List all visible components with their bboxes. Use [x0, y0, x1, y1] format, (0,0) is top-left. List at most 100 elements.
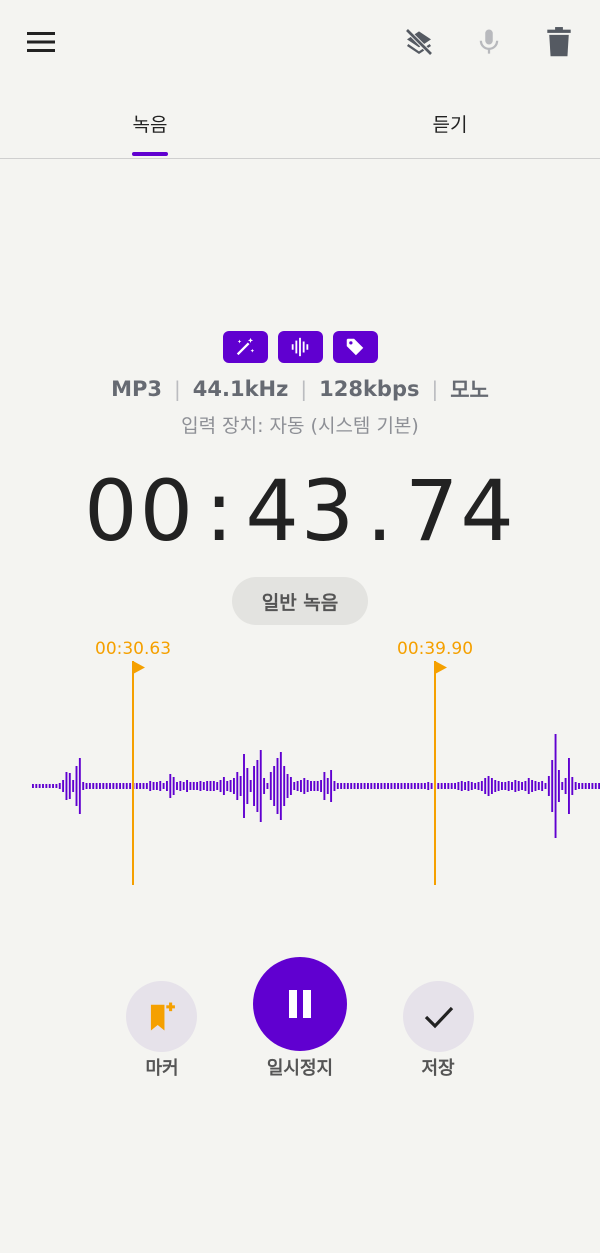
waveform-bar [179, 781, 182, 791]
timer-seconds: 43 [245, 462, 357, 560]
waveform-bar [537, 782, 540, 790]
pause-button[interactable] [253, 957, 347, 1051]
marker-label: 마커 [145, 1058, 179, 1079]
add-marker-button[interactable] [126, 981, 197, 1052]
waveform-bar [135, 783, 138, 789]
pause-label: 일시정지 [266, 1058, 334, 1079]
marker-line [132, 661, 134, 885]
microphone-icon [479, 29, 499, 54]
waveform-bar [336, 783, 339, 789]
waveform-bar [444, 783, 446, 789]
waveform-bar [38, 784, 41, 788]
waveform-bar [507, 781, 510, 791]
waveform-bar [581, 783, 584, 789]
auto-enhance-badge[interactable] [222, 331, 268, 363]
waveform-bar [356, 783, 359, 789]
waveform-bar [527, 778, 530, 794]
waveform-bar [367, 783, 369, 789]
waveform-bar [343, 783, 346, 789]
waveform-bar [594, 783, 597, 789]
waveform-bar [169, 774, 172, 798]
layers-off-icon [405, 28, 433, 56]
timer-hundredths: 74 [404, 462, 516, 560]
waveform-bar [209, 781, 212, 791]
waveform-bar [467, 781, 470, 791]
waveform-bar [494, 780, 497, 792]
waveform-bar [289, 777, 292, 795]
separator: | [300, 377, 308, 401]
waveform-bar [222, 777, 225, 795]
waveform-bar [78, 758, 81, 814]
waveform-bar [383, 783, 386, 789]
waveform-bar [501, 782, 503, 790]
waveform-bar [166, 781, 168, 791]
save-label: 저장 [421, 1058, 455, 1079]
waveform-bar [393, 783, 396, 789]
waveform-bar [480, 781, 483, 791]
waveform-bar [95, 783, 98, 789]
microphone-button[interactable] [468, 22, 510, 62]
waveform-bar [243, 754, 245, 818]
waveform-bar [112, 783, 115, 789]
waveform-bar [182, 782, 185, 790]
bitrate-text: 128kbps [319, 377, 420, 401]
tab-indicator [132, 152, 168, 156]
tab-listen[interactable]: 듣기 [300, 96, 600, 156]
waveform-bar [326, 778, 329, 794]
waveform-bar [574, 782, 577, 790]
waveform-bar [310, 781, 312, 791]
delete-button[interactable] [538, 22, 580, 62]
waveform-bar [551, 760, 554, 812]
waveform-bar [541, 781, 544, 791]
waveform-bar [403, 783, 406, 789]
waveform-bar [263, 778, 266, 794]
timer-minutes: 00 [84, 462, 196, 560]
waveform-bar [524, 781, 527, 791]
waveform-bar [497, 781, 500, 791]
waveform-bar [55, 784, 58, 788]
waveform-bar [454, 783, 456, 789]
waveform-bar [296, 781, 299, 791]
waveform-bar [320, 780, 322, 792]
waveform-bar [544, 783, 547, 789]
menu-button[interactable] [22, 24, 60, 60]
waveform-bar [578, 783, 580, 789]
waveform-bar [464, 782, 467, 790]
waveform[interactable] [0, 650, 600, 890]
channels-text: 모노 [450, 378, 489, 402]
waveform-bar [346, 783, 349, 789]
waveform-bar [35, 784, 38, 788]
waveform-bar [591, 783, 594, 789]
noise-filter-badge[interactable] [277, 331, 323, 363]
waveform-bar [149, 781, 152, 791]
waveform-bar [48, 784, 51, 788]
tag-badge[interactable] [332, 331, 378, 363]
waveform-bar [437, 783, 440, 789]
waveform-bar [531, 780, 534, 792]
waveform-bar [390, 783, 393, 789]
pause-icon [289, 990, 311, 1018]
tab-bar: 녹음 듣기 [0, 96, 600, 159]
waveform-bar [172, 777, 175, 795]
waveform-bar [145, 783, 148, 789]
waveform-bar [206, 781, 209, 791]
waveform-bar [430, 783, 433, 789]
check-icon [424, 1006, 453, 1028]
waveform-bar [159, 781, 162, 791]
waveform-bar [470, 782, 473, 790]
waveform-bar [65, 772, 68, 800]
input-device-text: 입력 장치: 자동 (시스템 기본) [181, 415, 419, 437]
waveform-bar [427, 782, 430, 790]
waveform-bar [68, 773, 71, 799]
recording-mode-chip[interactable]: 일반 녹음 [232, 577, 368, 625]
separator: | [431, 377, 439, 401]
waveform-bar [256, 760, 259, 812]
waveform-bar [92, 783, 95, 789]
waveform-bar [196, 782, 199, 790]
save-button[interactable] [403, 981, 474, 1052]
tab-record[interactable]: 녹음 [0, 96, 300, 156]
waveform-bar [568, 758, 570, 814]
waveform-bar [413, 783, 416, 789]
layers-off-button[interactable] [398, 22, 440, 62]
waveform-bar [152, 782, 155, 790]
